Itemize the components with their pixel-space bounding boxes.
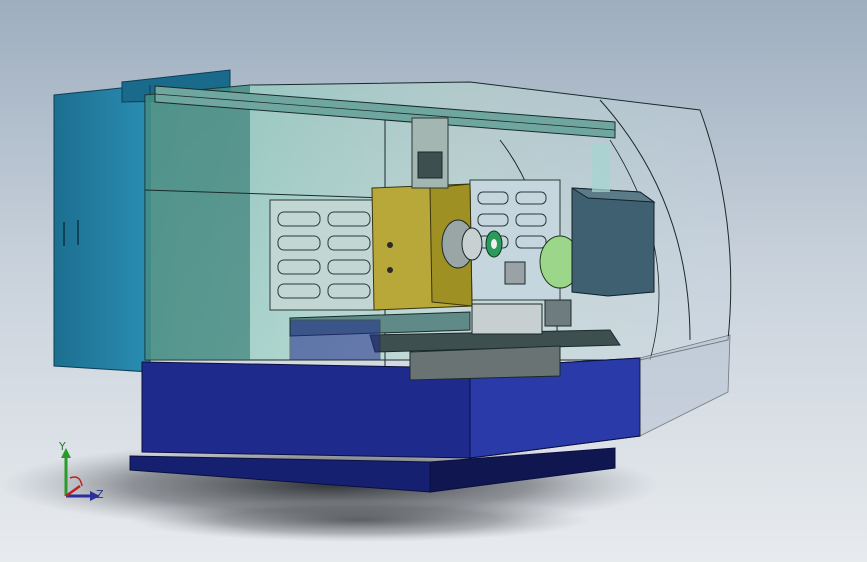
3d-viewport[interactable] xyxy=(0,0,867,562)
triad-y-label: Y xyxy=(59,440,66,453)
floor-shadow-secondary xyxy=(130,498,590,542)
triad-z-label: Z xyxy=(96,488,104,501)
